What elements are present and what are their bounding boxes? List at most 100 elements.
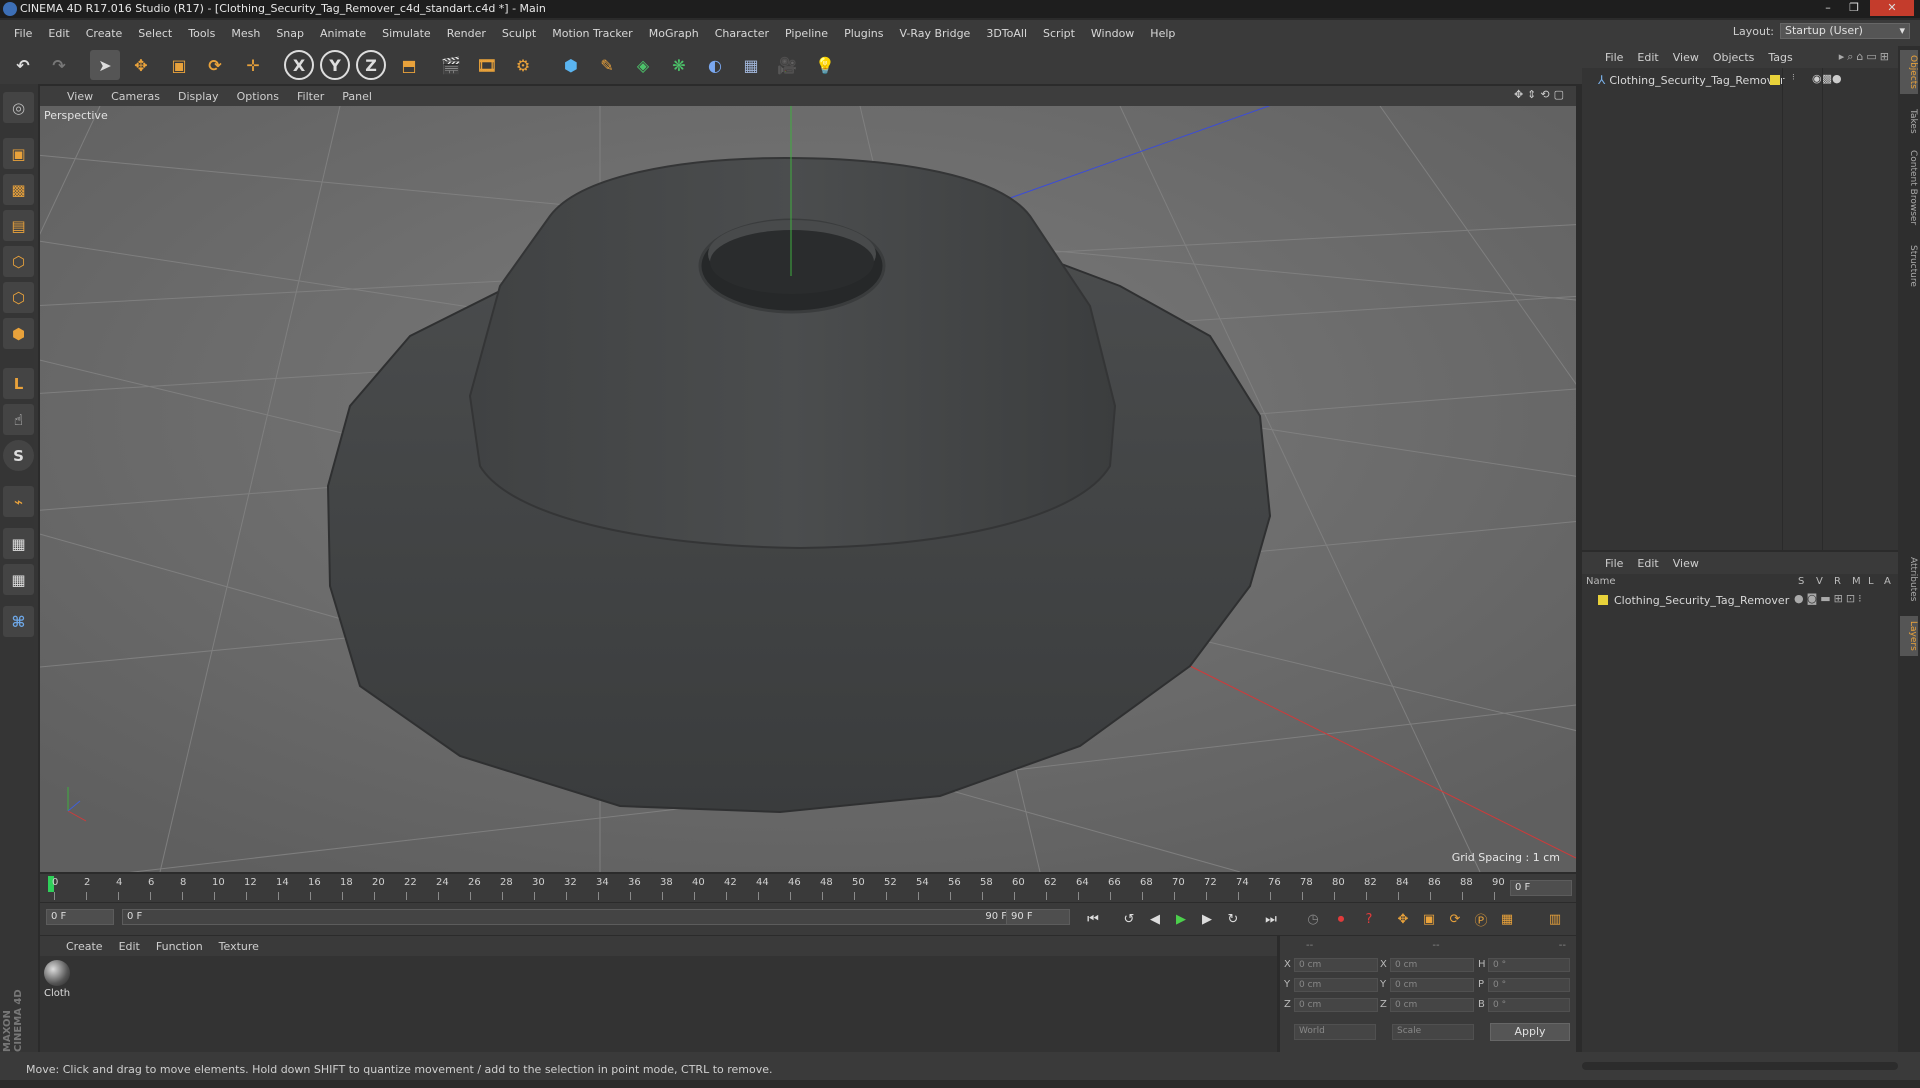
layers-menu-file[interactable]: File bbox=[1598, 557, 1630, 570]
rot-b-field[interactable]: 0 ° bbox=[1488, 998, 1570, 1012]
viewport-menu-cameras[interactable]: Cameras bbox=[102, 90, 169, 103]
menu-window[interactable]: Window bbox=[1083, 27, 1142, 40]
close-button[interactable]: ✕ bbox=[1870, 0, 1914, 16]
render-view-icon[interactable]: 🎬 bbox=[436, 50, 466, 80]
loop-icon[interactable]: ↻ bbox=[1222, 908, 1244, 930]
end-frame-field[interactable]: 90 F bbox=[1006, 909, 1070, 925]
tab-objects[interactable]: Objects bbox=[1900, 50, 1918, 94]
coordinate-mode-dropdown[interactable]: Scale bbox=[1392, 1024, 1474, 1040]
floor-scene-icon[interactable]: ▦ bbox=[736, 50, 766, 80]
previous-frame-icon[interactable]: ◀ bbox=[1144, 908, 1166, 930]
key-pla-icon[interactable]: ▦ bbox=[1496, 908, 1518, 930]
pos-y-field[interactable]: 0 cm bbox=[1294, 978, 1378, 992]
tab-content-browser[interactable]: Content Browser bbox=[1900, 146, 1918, 230]
menu-vray-bridge[interactable]: V-Ray Bridge bbox=[891, 27, 978, 40]
menu-animate[interactable]: Animate bbox=[312, 27, 374, 40]
scale-tool-icon[interactable]: ▣ bbox=[164, 50, 194, 80]
spline-pen-icon[interactable]: ✎ bbox=[592, 50, 622, 80]
size-x-field[interactable]: 0 cm bbox=[1390, 958, 1474, 972]
x-axis-lock-button[interactable]: X bbox=[284, 50, 314, 80]
menu-mesh[interactable]: Mesh bbox=[223, 27, 268, 40]
material-menu-function[interactable]: Function bbox=[148, 940, 211, 953]
cube-primitive-icon[interactable]: ⬢ bbox=[556, 50, 586, 80]
mograph-cloner-icon[interactable]: ❋ bbox=[664, 50, 694, 80]
menu-tools[interactable]: Tools bbox=[180, 27, 223, 40]
menu-render[interactable]: Render bbox=[439, 27, 494, 40]
record-off-icon[interactable]: ◷ bbox=[1302, 908, 1324, 930]
layer-row[interactable]: Clothing_Security_Tag_Remover ●◙▬⊞⊡⁝ bbox=[1598, 592, 1894, 608]
menu-file[interactable]: File bbox=[6, 27, 40, 40]
previous-key-icon[interactable]: ↺ bbox=[1118, 908, 1140, 930]
key-rotation-icon[interactable]: ⟳ bbox=[1444, 908, 1466, 930]
viewport-menu-options[interactable]: Options bbox=[228, 90, 288, 103]
objects-menu-view[interactable]: View bbox=[1666, 51, 1706, 64]
objects-menu-tags[interactable]: Tags bbox=[1761, 51, 1799, 64]
maximize-button[interactable]: ❐ bbox=[1842, 0, 1866, 16]
texture-mode-icon[interactable]: ▩ bbox=[3, 174, 34, 205]
render-settings-icon[interactable]: ⚙ bbox=[508, 50, 538, 80]
layout-dropdown[interactable]: Startup (User) ▾ bbox=[1780, 23, 1910, 39]
key-scale-icon[interactable]: ▣ bbox=[1418, 908, 1440, 930]
key-position-icon[interactable]: ✥ bbox=[1392, 908, 1414, 930]
layers-menu-view[interactable]: View bbox=[1666, 557, 1706, 570]
menu-simulate[interactable]: Simulate bbox=[374, 27, 439, 40]
menu-motion-tracker[interactable]: Motion Tracker bbox=[544, 27, 640, 40]
live-selection-icon[interactable]: ✛ bbox=[238, 50, 268, 80]
subdivision-surface-icon[interactable]: ◈ bbox=[628, 50, 658, 80]
frame-range-slider[interactable]: 0 F 90 F bbox=[122, 909, 1026, 925]
menu-create[interactable]: Create bbox=[78, 27, 131, 40]
light-bulb-icon[interactable]: 💡 bbox=[810, 50, 840, 80]
y-axis-lock-button[interactable]: Y bbox=[320, 50, 350, 80]
viewport-menu-filter[interactable]: Filter bbox=[288, 90, 333, 103]
object-row[interactable]: ⅄ Clothing_Security_Tag_Remover ⁝ ◉▩● bbox=[1598, 72, 1894, 88]
tab-attributes[interactable]: Attributes bbox=[1900, 552, 1918, 606]
pos-z-field[interactable]: 0 cm bbox=[1294, 998, 1378, 1012]
object-manager-search-icon[interactable]: ▸⌕⌂▭⊞ bbox=[1839, 50, 1892, 64]
rot-h-field[interactable]: 0 ° bbox=[1488, 958, 1570, 972]
layer-toggle-icons[interactable]: ●◙▬⊞⊡⁝ bbox=[1794, 592, 1865, 605]
menu-3dtoall[interactable]: 3DToAll bbox=[978, 27, 1035, 40]
deformer-icon[interactable]: ◐ bbox=[700, 50, 730, 80]
edges-mode-icon[interactable]: ⬡ bbox=[3, 282, 34, 313]
camera-icon[interactable]: 🎥 bbox=[772, 50, 802, 80]
tab-structure[interactable]: Structure bbox=[1900, 240, 1918, 292]
key-parameter-icon[interactable]: Ⓟ bbox=[1470, 908, 1492, 930]
menu-sculpt[interactable]: Sculpt bbox=[494, 27, 544, 40]
panel-scrollbar[interactable] bbox=[1582, 1062, 1898, 1070]
select-arrow-icon[interactable]: ➤ bbox=[90, 50, 120, 80]
material-menu-edit[interactable]: Edit bbox=[111, 940, 148, 953]
menu-character[interactable]: Character bbox=[707, 27, 777, 40]
start-frame-field[interactable]: 0 F bbox=[46, 909, 114, 925]
3d-viewport[interactable]: Perspective Grid Spacing : 1 cm bbox=[40, 106, 1576, 872]
material-swatch[interactable]: Cloth bbox=[44, 960, 72, 1006]
objects-menu-objects[interactable]: Objects bbox=[1706, 51, 1762, 64]
workplane-icon[interactable]: ▤ bbox=[3, 210, 34, 241]
viewport-nav-icons[interactable]: ✥⇕⟲▢ bbox=[1514, 88, 1568, 101]
autokey-icon[interactable]: ? bbox=[1358, 908, 1380, 930]
magnet-icon[interactable]: ⌁ bbox=[3, 486, 34, 517]
timeline-window-icon[interactable]: ▥ bbox=[1544, 908, 1566, 930]
enable-axis-icon[interactable]: L bbox=[3, 368, 34, 399]
redo-icon[interactable]: ↷ bbox=[44, 50, 74, 80]
material-menu-texture[interactable]: Texture bbox=[211, 940, 267, 953]
tab-layers[interactable]: Layers bbox=[1900, 616, 1918, 656]
tweak-mode-icon[interactable]: ☝ bbox=[3, 404, 34, 435]
move-tool-icon[interactable]: ✥ bbox=[126, 50, 156, 80]
minimize-button[interactable]: – bbox=[1816, 0, 1840, 16]
menu-plugins[interactable]: Plugins bbox=[836, 27, 891, 40]
pos-x-field[interactable]: 0 cm bbox=[1294, 958, 1378, 972]
visibility-dots-icon[interactable]: ⁝ bbox=[1792, 73, 1795, 83]
go-to-start-icon[interactable]: ⏮ bbox=[1082, 908, 1104, 930]
objects-menu-edit[interactable]: Edit bbox=[1630, 51, 1665, 64]
python-icon[interactable]: ⌘ bbox=[3, 606, 34, 637]
workplane-lock-icon[interactable]: ▦ bbox=[3, 528, 34, 559]
play-icon[interactable]: ▶ bbox=[1170, 908, 1192, 930]
undo-icon[interactable]: ↶ bbox=[8, 50, 38, 80]
viewport-menu-view[interactable]: View bbox=[58, 90, 102, 103]
model-mode-icon[interactable]: ▣ bbox=[3, 138, 34, 169]
render-picture-viewer-icon[interactable]: 🎞 bbox=[472, 50, 502, 80]
record-keys-icon[interactable]: ⏺ bbox=[1330, 908, 1352, 930]
size-y-field[interactable]: 0 cm bbox=[1390, 978, 1474, 992]
viewport-menu-panel[interactable]: Panel bbox=[333, 90, 381, 103]
timeline-ruler[interactable]: 0 2 4 6 8 10 12 14 16 18 20 22 24 26 28 30 32 34 36 38 40 42 4… bbox=[40, 874, 1576, 902]
